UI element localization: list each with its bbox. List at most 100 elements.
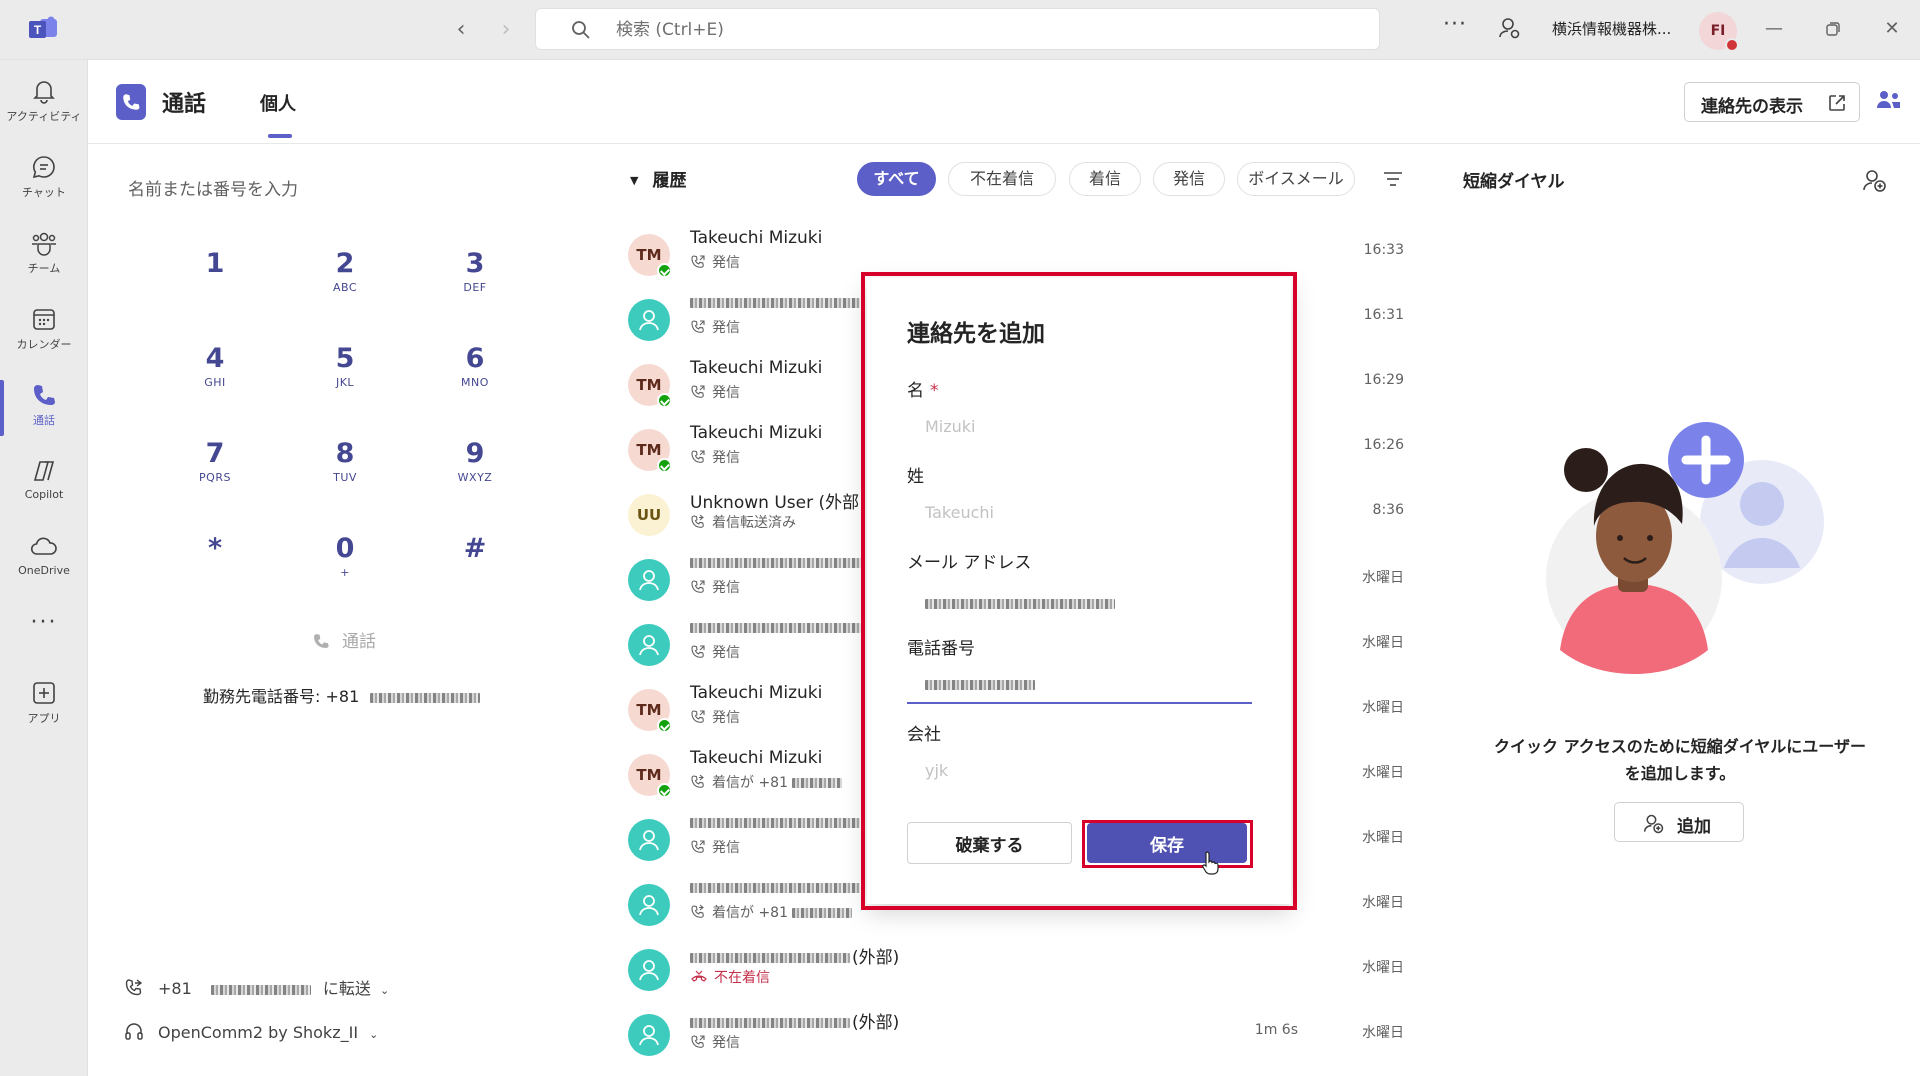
search-input[interactable] [616, 15, 1316, 45]
rail-item-calendar[interactable]: カレンダー [0, 296, 88, 366]
person-icon [639, 895, 659, 916]
filter-voicemail[interactable]: ボイスメール [1237, 162, 1355, 196]
key-digit: 0 [335, 533, 355, 564]
call-forward-setting[interactable]: +81 に転送 ⌄ [124, 975, 389, 999]
avatar-initials: FI [1710, 23, 1726, 39]
add-person-icon[interactable] [1862, 168, 1888, 194]
redacted-name [690, 623, 865, 633]
missed-call-icon [691, 970, 707, 982]
redacted-number [210, 984, 311, 995]
rail-item-copilot[interactable]: Copilot [0, 448, 88, 518]
redacted-name [690, 558, 865, 568]
people-icon[interactable] [1876, 88, 1902, 112]
key-digit: 9 [465, 438, 485, 469]
history-row[interactable]: (外部) 不在着信 水曜日 [624, 939, 1404, 1004]
more-options-icon[interactable]: ··· [1443, 12, 1467, 37]
call-forward-icon [125, 979, 143, 996]
forward-arrow-icon[interactable]: › [492, 16, 520, 44]
rail-item-teams[interactable]: チーム [0, 220, 88, 290]
filter-missed[interactable]: 不在着信 [948, 162, 1056, 196]
open-external-icon [1829, 95, 1845, 111]
forward-label: に転送 [322, 979, 371, 998]
redacted-name [690, 298, 860, 308]
avatar [628, 299, 670, 341]
dial-key-0[interactable]: 0 + [300, 533, 390, 579]
calendar-icon [33, 309, 55, 330]
filter-incoming[interactable]: 着信 [1069, 162, 1141, 196]
avatar: TM [628, 754, 672, 798]
dial-key-9[interactable]: 9 WXYZ [430, 438, 520, 484]
dial-input-placeholder[interactable]: 名前または番号を入力 [128, 175, 298, 200]
dial-key-1[interactable]: 1 [170, 248, 260, 281]
rail-label: カレンダー [16, 338, 72, 351]
call-time: 16:29 [1363, 372, 1404, 388]
key-letters: DEF [463, 281, 487, 294]
caller-name: (外部) [690, 1008, 899, 1033]
history-title: 履歴 [652, 171, 687, 191]
tab-personal[interactable]: 個人 [260, 90, 296, 116]
rail-item-apps[interactable]: アプリ [0, 670, 88, 740]
dial-key-6[interactable]: 6 MNO [430, 343, 520, 389]
outgoing-call-icon [691, 645, 705, 658]
show-contacts-button[interactable]: 連絡先の表示 [1684, 82, 1860, 122]
avatar: UU [628, 494, 670, 536]
redacted-number [370, 692, 481, 703]
copilot-icon [33, 461, 55, 481]
avatar [628, 884, 670, 926]
back-arrow-icon[interactable]: ‹ [447, 16, 475, 44]
key-digit: # [463, 533, 487, 564]
caller-name: (外部) [690, 943, 899, 968]
avatar: TM [628, 429, 672, 473]
speed-dial-title: 短縮ダイヤル [1463, 172, 1565, 192]
call-status-text: 発信 [712, 385, 740, 401]
audio-device-setting[interactable]: OpenComm2 by Shokz_II ⌄ [124, 1022, 378, 1042]
rail-item-activity[interactable]: アクティビティ [0, 68, 88, 138]
caller-name [690, 878, 860, 898]
dial-key-3[interactable]: 3 DEF [430, 248, 520, 294]
dial-key-8[interactable]: 8 TUV [300, 438, 390, 484]
rail-item-onedrive[interactable]: OneDrive [0, 524, 88, 594]
history-section-toggle[interactable]: ▼ 履歴 [630, 166, 686, 191]
caller-name: Takeuchi Mizuki [690, 228, 823, 248]
dial-key-5[interactable]: 5 JKL [300, 343, 390, 389]
restore-icon[interactable] [1818, 14, 1848, 44]
call-status-text: 発信 [712, 840, 740, 856]
dial-key-star[interactable]: * [170, 533, 260, 566]
work-phone-number: 勤務先電話番号: +81 [203, 683, 481, 707]
people-settings-icon[interactable] [1497, 16, 1521, 40]
close-icon[interactable]: ✕ [1877, 14, 1907, 44]
call-status-text: 着信が +81 [712, 775, 788, 791]
minimize-icon[interactable]: — [1759, 14, 1789, 44]
rail-item-calls[interactable]: 通話 [0, 372, 88, 442]
call-status: 不在着信 [690, 967, 770, 987]
outgoing-call-icon [691, 320, 705, 333]
redacted-name [690, 818, 860, 828]
forwarded-call-icon [691, 514, 704, 528]
avatar: TM [628, 364, 672, 408]
dial-key-2[interactable]: 2 ABC [300, 248, 390, 294]
speed-dial-add-button[interactable]: 追加 [1614, 802, 1744, 842]
more-apps-icon[interactable]: ··· [0, 610, 88, 635]
dial-key-4[interactable]: 4 GHI [170, 343, 260, 389]
person-icon [639, 570, 659, 591]
call-time: 水曜日 [1362, 1025, 1404, 1041]
filter-outgoing[interactable]: 発信 [1153, 162, 1225, 196]
outgoing-call-icon [691, 385, 705, 398]
call-button[interactable]: 通話 [312, 627, 376, 652]
rail-item-chat[interactable]: チャット [0, 144, 88, 214]
org-name[interactable]: 横浜情報機器株... [1552, 18, 1671, 39]
dial-key-7[interactable]: 7 PQRS [170, 438, 260, 484]
presence-available-icon [657, 783, 672, 798]
call-status: 着信転送済み [690, 512, 796, 532]
calls-header: 通話 個人 連絡先の表示 [88, 60, 1920, 144]
person-icon [639, 1025, 659, 1046]
filter-all[interactable]: すべて [857, 162, 936, 196]
call-time: 水曜日 [1362, 765, 1404, 781]
dial-key-hash[interactable]: # [430, 533, 520, 566]
key-digit: 5 [335, 343, 355, 374]
filter-icon[interactable] [1382, 170, 1404, 188]
user-avatar[interactable]: FI [1699, 12, 1739, 52]
caller-name [690, 293, 860, 313]
search-box[interactable] [535, 8, 1380, 50]
history-row[interactable]: (外部) 発信 1m 6s 水曜日 [624, 1004, 1404, 1069]
